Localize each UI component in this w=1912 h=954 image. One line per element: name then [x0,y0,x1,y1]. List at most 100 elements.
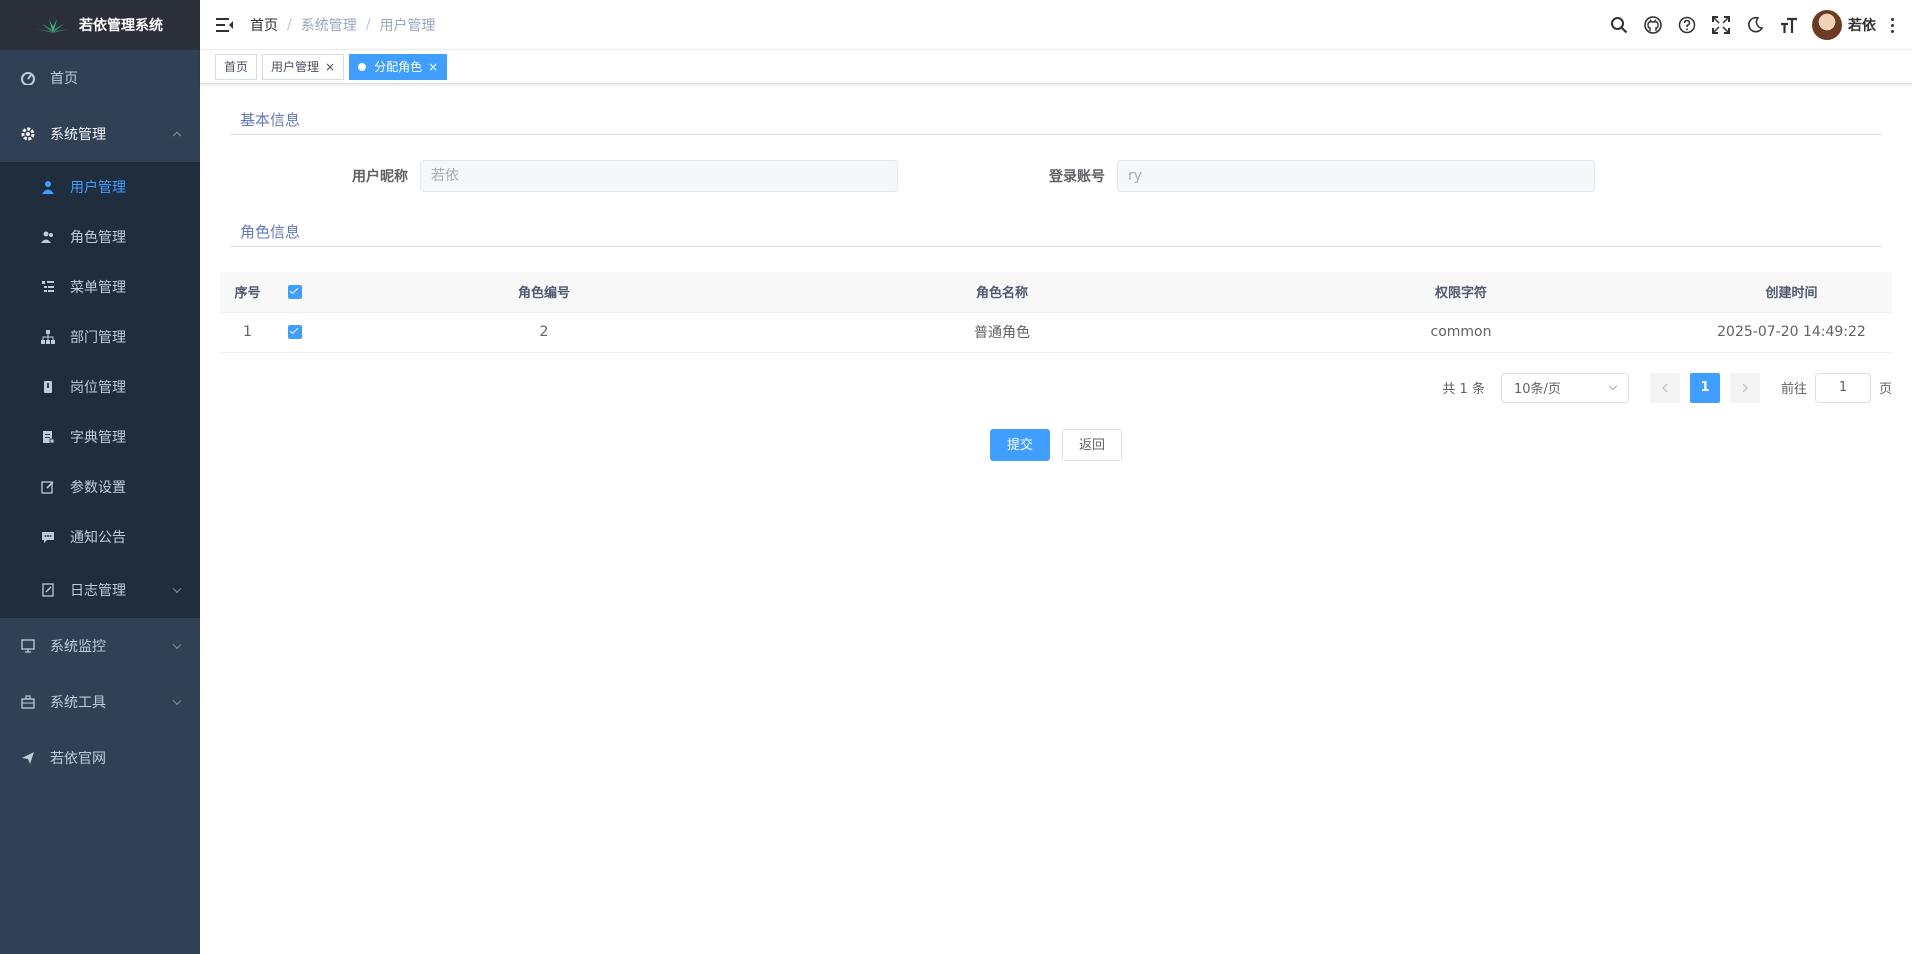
goto-page-input[interactable]: 1 [1814,372,1871,403]
username[interactable]: 若依 [1848,15,1876,35]
hamburger-button[interactable] [200,0,250,50]
nickname-form-item: 用户昵称 若依 [220,160,917,192]
help-button[interactable] [1670,0,1704,50]
sidebar-item-notice[interactable]: 通知公告 [0,512,200,562]
row-checkbox[interactable] [288,325,302,339]
breadcrumb-home[interactable]: 首页 [250,15,278,35]
moon-icon [1748,16,1764,33]
font-size-button[interactable] [1772,0,1806,50]
account-input[interactable]: ry [1117,160,1595,192]
next-page-button[interactable] [1729,372,1760,403]
active-dot-icon [358,62,367,71]
close-icon[interactable]: × [325,55,335,79]
prev-page-button[interactable] [1649,372,1680,403]
tool-icon [20,694,36,710]
log-icon [40,582,56,598]
cell-create-time: 2025-07-20 14:49:22 [1691,312,1892,353]
cell-index: 1 [220,312,275,353]
column-role-name: 角色名称 [773,272,1231,313]
column-index: 序号 [220,272,275,313]
sidebar-item-logs[interactable]: 日志管理 [0,562,200,618]
sidebar-item-departments[interactable]: 部门管理 [0,312,200,362]
role-table: 序号 角色编号 角色名称 权限字符 创建时间 1 2 普通角色 common 2… [220,272,1892,353]
fullscreen-button[interactable] [1704,0,1738,50]
sidebar-item-monitor[interactable]: 系统监控 [0,618,200,674]
dashboard-icon [20,70,36,86]
account-label: 登录账号 [1049,169,1105,185]
nickname-label: 用户昵称 [352,169,408,185]
sidebar-logo[interactable]: 若依管理系统 [0,0,200,50]
sidebar-item-label: 系统管理 [50,127,106,143]
breadcrumb: 首页 / 系统管理 / 用户管理 [250,15,435,35]
sidebar-item-posts[interactable]: 岗位管理 [0,362,200,412]
tag-assign-role[interactable]: 分配角色 × [349,53,448,80]
form-actions: 提交 返回 [220,428,1892,461]
sidebar-item-label: 日志管理 [70,583,126,599]
sidebar-item-guide[interactable]: 若依官网 [0,730,200,786]
guide-icon [20,750,36,766]
sidebar-item-label: 若依官网 [50,751,106,767]
edit-icon [40,479,56,495]
main-content: 基本信息 用户昵称 若依 登录账号 ry 角色信息 序号 角色编号 角色名称 权… [200,85,1912,954]
submenu-system: 用户管理 角色管理 菜单管理 部门管理 岗位管理 字典管理 参数设置 通知公告 … [0,162,200,618]
tag-users[interactable]: 用户管理 × [262,53,345,80]
theme-button[interactable] [1738,0,1772,50]
goto-label: 前往 [1780,382,1807,397]
sidebar-item-config[interactable]: 参数设置 [0,462,200,512]
breadcrumb-separator: / [365,16,371,33]
page-suffix: 页 [1878,382,1892,397]
sidebar-item-tools[interactable]: 系统工具 [0,674,200,730]
sidebar-item-roles[interactable]: 角色管理 [0,212,200,262]
close-icon[interactable]: × [428,55,438,79]
back-button[interactable]: 返回 [1062,428,1123,461]
account-form-item: 登录账号 ry [917,160,1614,192]
sidebar-item-label: 字典管理 [70,430,126,446]
dict-icon [40,429,56,445]
page-size-value: 10条/页 [1513,382,1561,397]
user-menu[interactable]: 若依 [1812,10,1876,40]
avatar[interactable] [1812,10,1842,40]
sidebar-item-home[interactable]: 首页 [0,50,200,106]
gear-icon [20,126,36,142]
select-all-checkbox[interactable] [288,284,302,299]
role-info-title: 角色信息 [230,217,1882,247]
github-icon [1644,16,1662,34]
more-icon[interactable] [1882,17,1902,33]
tags-view: 首页 用户管理 × 分配角色 × [200,50,1912,84]
monitor-icon [20,638,36,654]
navbar-right: 若依 [1602,0,1912,50]
sidebar-item-system[interactable]: 系统管理 [0,106,200,162]
page-number-button[interactable]: 1 [1689,372,1720,403]
sidebar-item-dict[interactable]: 字典管理 [0,412,200,462]
table-row[interactable]: 1 2 普通角色 common 2025-07-20 14:49:22 [220,312,1892,353]
chevron-down-icon [172,640,182,650]
cell-role-id: 2 [315,312,773,353]
chevron-up-icon [172,131,182,141]
sidebar-item-menus[interactable]: 菜单管理 [0,262,200,312]
cell-role-name: 普通角色 [773,312,1231,353]
sidebar-item-label: 菜单管理 [70,280,126,296]
tag-home[interactable]: 首页 [215,53,258,80]
navbar: 首页 / 系统管理 / 用户管理 若依 [200,0,1912,50]
post-icon [40,379,56,395]
tree-icon [40,329,56,345]
column-role-key: 权限字符 [1231,272,1691,313]
app-title: 若依管理系统 [79,18,163,34]
sidebar-item-users[interactable]: 用户管理 [0,162,200,212]
sidebar: 若依管理系统 首页 系统管理 用户管理 角色管理 菜单管理 部门管理 岗位管理 … [0,0,200,954]
submit-button[interactable]: 提交 [989,428,1050,461]
sidebar-item-label: 部门管理 [70,330,126,346]
font-size-icon [1781,17,1797,33]
message-icon [40,529,56,545]
pagination: 共 1 条 10条/页 1 前往 1 页 [220,372,1892,403]
chevron-right-icon [1742,383,1748,392]
breadcrumb-system: 系统管理 [300,17,357,34]
sidebar-item-label: 通知公告 [70,530,126,546]
nickname-input[interactable]: 若依 [420,160,898,192]
search-button[interactable] [1602,0,1636,50]
column-select-all [275,272,315,313]
cell-select [275,312,315,353]
github-button[interactable] [1636,0,1670,50]
basic-info-form: 用户昵称 若依 登录账号 ry [220,135,1892,217]
page-size-select[interactable]: 10条/页 [1500,372,1629,403]
